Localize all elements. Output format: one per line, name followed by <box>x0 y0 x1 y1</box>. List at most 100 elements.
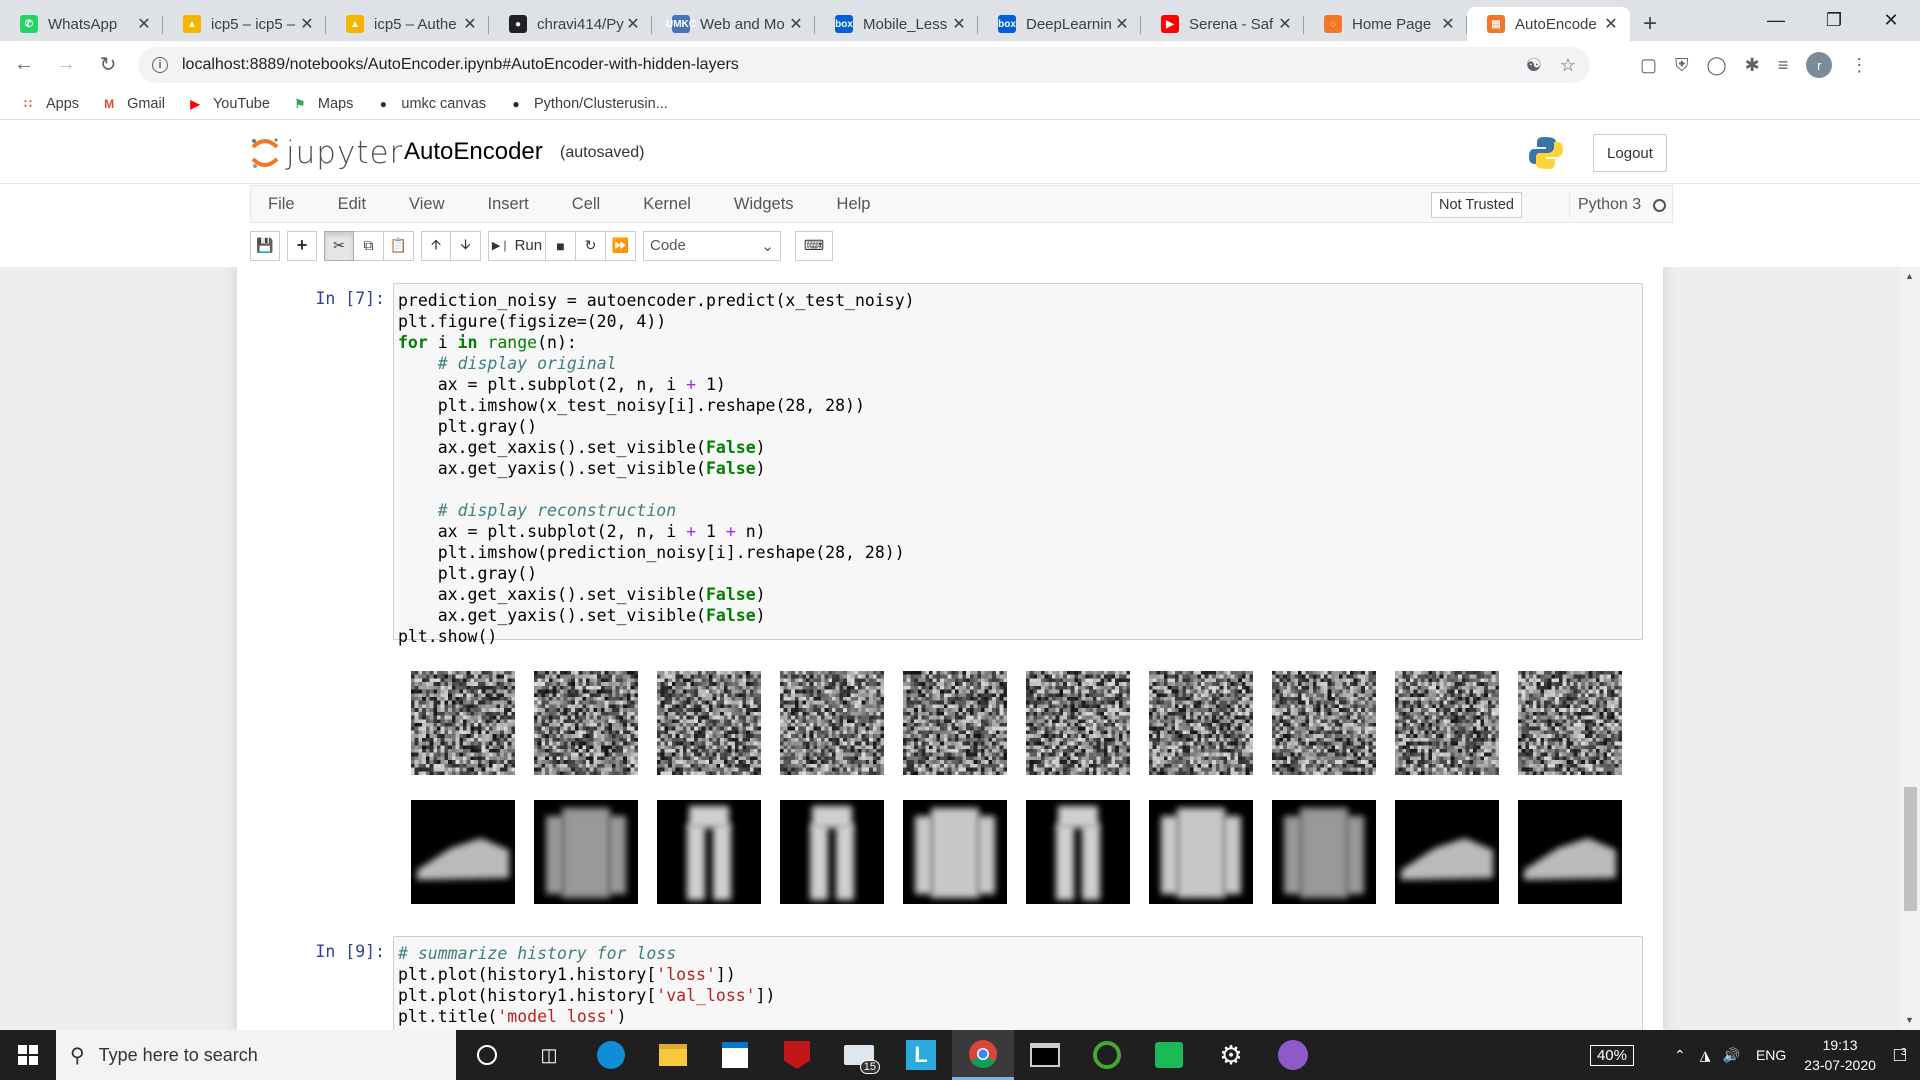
anaconda-navigator-icon[interactable] <box>1076 1030 1138 1080</box>
profile-avatar[interactable]: r <box>1806 52 1833 78</box>
green-app-icon[interactable] <box>1138 1030 1200 1080</box>
notifications-icon[interactable]: □ 3 <box>1894 1044 1907 1067</box>
mail-icon[interactable]: 15 <box>828 1030 890 1080</box>
save-icon[interactable]: 💾 <box>250 230 280 261</box>
browser-tab[interactable]: ▤ AutoEncode ✕ <box>1467 7 1630 41</box>
menu-item[interactable]: Kernel <box>626 195 708 214</box>
jupyter-logo[interactable]: jupyter <box>250 135 403 171</box>
chevron-up-icon[interactable]: ⌃ <box>1674 1047 1686 1064</box>
browser-tab[interactable]: UMKC Web and Mo ✕ <box>652 7 815 41</box>
browser-tab[interactable]: box Mobile_Less ✕ <box>815 7 978 41</box>
browser-tab[interactable]: ▲ icp5 – Authe ✕ <box>326 7 489 41</box>
insert-cell-icon[interactable]: + <box>287 230 317 261</box>
code-cell-input[interactable]: # summarize history for loss plt.plot(hi… <box>393 936 1643 1030</box>
edge-icon[interactable] <box>580 1030 642 1080</box>
browser-tab[interactable]: box DeepLearnin ✕ <box>978 7 1141 41</box>
browser-tab[interactable]: ▲ icp5 – icp5 – ✕ <box>163 7 326 41</box>
bookmark-item[interactable]: ● umkc canvas <box>375 96 486 112</box>
bookmark-item[interactable]: ∷ Apps <box>20 96 79 112</box>
windows-start-icon[interactable] <box>0 1030 56 1080</box>
browser-tab[interactable]: ✆ WhatsApp ✕ <box>0 7 163 41</box>
reload-icon[interactable]: ↻ <box>90 47 126 83</box>
bookmark-item[interactable]: ● Python/Clusterusin... <box>508 96 667 112</box>
bookmark-item[interactable]: ▶ YouTube <box>187 96 270 112</box>
menu-item[interactable]: Edit <box>321 195 383 214</box>
media-queue-icon[interactable]: ≡ <box>1778 55 1789 76</box>
system-tray: 40% ⌃ ◮ 🔊 ENG 19:13 23-07-2020 □ 3 <box>1589 1030 1920 1080</box>
move-up-icon[interactable]: 🡩 <box>421 230 451 261</box>
volume-icon[interactable]: 🔊 <box>1723 1047 1740 1064</box>
restart-run-all-icon[interactable]: ⏩ <box>606 230 636 261</box>
tab-close-icon[interactable]: ✕ <box>624 14 642 34</box>
not-trusted-indicator[interactable]: Not Trusted <box>1431 192 1522 218</box>
browser-tab[interactable]: ● chravi414/Py ✕ <box>489 7 652 41</box>
cut-icon[interactable]: ✂ <box>324 230 354 261</box>
interrupt-icon[interactable]: ■ <box>546 230 576 261</box>
settings-gear-icon[interactable]: ⚙ <box>1200 1030 1262 1080</box>
menu-item[interactable]: Help <box>820 195 888 214</box>
tab-close-icon[interactable]: ✕ <box>1276 14 1294 34</box>
taskbar-search[interactable]: ⚲ Type here to search <box>56 1030 456 1080</box>
chrome-icon[interactable] <box>952 1030 1014 1080</box>
tab-close-icon[interactable]: ✕ <box>950 14 968 34</box>
scrollbar-thumb[interactable] <box>1904 787 1917 911</box>
browser-tab[interactable]: ◌ Home Page ✕ <box>1304 7 1467 41</box>
battery-indicator[interactable]: 40% <box>1589 1044 1634 1066</box>
move-down-icon[interactable]: 🡫 <box>451 230 481 261</box>
cell-type-select[interactable]: Code ⌄ <box>643 230 781 261</box>
tab-close-icon[interactable]: ✕ <box>135 14 153 34</box>
extension-circle-icon[interactable]: ◯ <box>1707 55 1727 76</box>
bookmark-star-icon[interactable]: ☆ <box>1560 55 1576 76</box>
url-text[interactable]: localhost:8889/notebooks/AutoEncoder.ipy… <box>182 56 739 74</box>
notebook-name[interactable]: AutoEncoder <box>404 138 543 166</box>
page-scrollbar[interactable]: ▲ ▼ <box>1900 267 1920 1030</box>
translate-icon[interactable]: ☯ <box>1526 55 1542 76</box>
terminal-icon[interactable] <box>1014 1030 1076 1080</box>
chrome-menu-icon[interactable]: ⋮ <box>1850 55 1868 76</box>
menu-item[interactable]: Insert <box>471 195 546 214</box>
menu-item[interactable]: Widgets <box>717 195 811 214</box>
wifi-icon[interactable]: ◮ <box>1700 1047 1711 1064</box>
paste-icon[interactable]: 📋 <box>384 230 414 261</box>
tab-close-icon[interactable]: ✕ <box>1113 14 1131 34</box>
menu-item[interactable]: Cell <box>555 195 617 214</box>
shield-icon[interactable]: ⛨ <box>1675 55 1689 76</box>
run-button[interactable]: ▶❘ Run <box>488 230 546 261</box>
clock[interactable]: 19:13 23-07-2020 <box>1804 1035 1876 1075</box>
puzzle-icon[interactable]: ✱ <box>1745 55 1760 76</box>
back-icon[interactable]: ← <box>6 47 42 83</box>
code-cell-input[interactable]: prediction_noisy = autoencoder.predict(x… <box>393 283 1643 646</box>
restart-icon[interactable]: ↻ <box>576 230 606 261</box>
tab-close-icon[interactable]: ✕ <box>461 14 479 34</box>
mcafee-icon[interactable] <box>766 1030 828 1080</box>
close-window-button[interactable]: ✕ <box>1862 0 1920 40</box>
file-explorer-icon[interactable] <box>642 1030 704 1080</box>
minimize-button[interactable]: — <box>1747 0 1805 40</box>
store-icon[interactable] <box>704 1030 766 1080</box>
logout-button[interactable]: Logout <box>1593 134 1667 172</box>
bookmark-item[interactable]: M Gmail <box>101 96 165 112</box>
browser-tab[interactable]: ▶ Serena - Saf ✕ <box>1141 7 1304 41</box>
tab-close-icon[interactable]: ✕ <box>787 14 805 34</box>
new-tab-button[interactable]: + <box>1630 7 1670 41</box>
github-desktop-icon[interactable] <box>1262 1030 1324 1080</box>
keyboard-shortcuts-icon[interactable]: ⌨ <box>795 230 833 261</box>
task-view-icon[interactable]: ◫ <box>518 1030 580 1080</box>
l-app-icon[interactable]: L <box>890 1030 952 1080</box>
site-info-icon[interactable]: i <box>152 57 168 73</box>
forward-icon[interactable]: → <box>48 47 84 83</box>
bookmark-item[interactable]: ⚑ Maps <box>292 96 354 112</box>
address-bar[interactable]: i localhost:8889/notebooks/AutoEncoder.i… <box>138 47 1590 83</box>
extension-icon[interactable]: ▢ <box>1640 55 1657 76</box>
cortana-icon[interactable] <box>456 1030 518 1080</box>
tab-close-icon[interactable]: ✕ <box>298 14 316 34</box>
maximize-button[interactable]: ❐ <box>1805 0 1863 40</box>
scroll-up-icon[interactable]: ▲ <box>1905 271 1914 281</box>
tab-close-icon[interactable]: ✕ <box>1602 14 1620 34</box>
tab-close-icon[interactable]: ✕ <box>1439 14 1457 34</box>
menu-item[interactable]: View <box>392 195 461 214</box>
scroll-down-icon[interactable]: ▼ <box>1905 1015 1914 1025</box>
copy-icon[interactable]: ⧉ <box>354 230 384 261</box>
language-indicator[interactable]: ENG <box>1756 1047 1786 1063</box>
menu-item[interactable]: File <box>251 195 312 214</box>
